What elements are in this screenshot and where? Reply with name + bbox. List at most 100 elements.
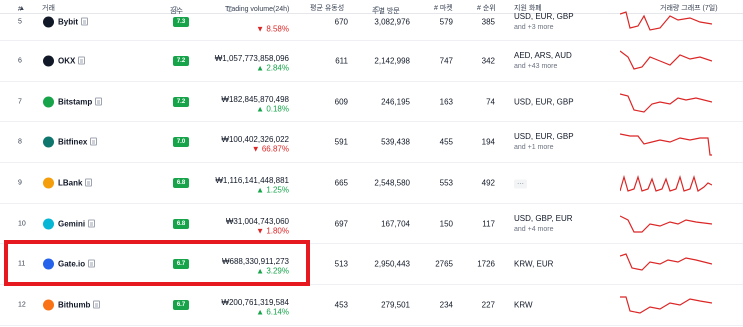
volume-change: ▲ 6.14% [256,307,289,317]
fiat-more-link[interactable]: and +43 more [514,61,572,72]
volume-sparkline [620,92,712,113]
trust-score-badge: 7.2 [173,96,189,107]
volume-change: ▼ 66.87% [251,144,289,154]
more-fiat-button[interactable]: ··· [514,179,527,189]
volume-change: ▲ 3.29% [256,266,289,276]
volume-change: ▼ 1.80% [256,226,289,236]
exchange-name-label: Bybit [58,17,78,27]
fiat-more-link[interactable]: and +4 more [514,224,573,235]
exchange-logo-icon [43,136,54,148]
exchange-name[interactable]: Gemini [58,219,96,228]
fiat-more-link[interactable]: and +1 more [514,142,574,153]
sparkline-path [620,11,712,31]
exchange-logo-icon [43,218,54,229]
exchange-name[interactable]: Bybit [58,17,88,27]
fiat-currencies: KRW, EUR [514,259,554,269]
markets-count: 579 [439,17,453,27]
exchange-name[interactable]: Bithumb [58,300,101,310]
liquidity-value: 453 [334,300,348,310]
markets-count: 234 [439,300,453,310]
volume-change: ▲ 1.25% [256,185,289,195]
fiat-cell: ··· [514,178,527,189]
coins-count: 385 [481,17,495,27]
table-row[interactable]: 8 Bitfinex 7.0 ₩100,402,326,022 ▼ 66.87%… [0,122,743,163]
document-icon [85,178,93,187]
liquidity-value: 611 [335,56,348,66]
rank-number: 5 [18,18,22,26]
table-row[interactable]: 11 Gate.io 6.7 ₩688,330,911,273 ▲ 3.29% … [0,244,743,285]
document-icon [88,219,96,227]
rank-number: 12 [18,301,26,309]
exchange-name-label: Bithumb [58,300,91,310]
sparkline-path [620,253,712,271]
table-row[interactable]: 7 Bitstamp 7.2 ₩182,845,870,498 ▲ 0.18% … [0,82,743,122]
liquidity-value: 665 [334,178,348,188]
exchange-name-label: Bitfinex [58,137,88,147]
liquidity-value: 697 [334,219,348,228]
rank-number: 9 [18,179,22,187]
exchange-logo-icon [43,177,54,189]
markets-count: 553 [439,178,453,188]
document-icon [95,97,103,105]
document-icon [93,300,101,309]
exchange-name-label: OKX [58,56,76,66]
exchange-name[interactable]: Bitstamp [58,97,103,106]
fiat-cell: AED, ARS, AUD and +43 more [514,50,572,72]
table-row[interactable]: 9 LBank 6.8 ₩1,116,141,448,881 ▲ 1.25% 6… [0,163,743,204]
trust-score-badge: 6.8 [173,218,189,229]
exchange-name[interactable]: OKX [58,56,86,66]
exchange-name[interactable]: Gate.io [58,259,96,269]
coins-count: 74 [486,97,495,106]
fiat-cell: USD, EUR, GBP and +3 more [514,11,574,33]
weekly-visits-value: 3,082,976 [374,17,410,27]
fiat-cell: KRW, EUR [514,259,553,270]
exchange-name-label: Gemini [58,219,86,228]
fiat-cell: USD, EUR, GBP [514,96,574,107]
table-row[interactable]: 6 OKX 7.2 ₩1,057,773,858,096 ▲ 2.84% 611… [0,41,743,82]
table-row[interactable]: 12 Bithumb 6.7 ₩200,761,319,584 ▲ 6.14% … [0,285,743,326]
liquidity-value: 609 [334,97,348,106]
volume-sparkline [620,214,712,233]
fiat-cell: USD, EUR, GBP and +1 more [514,131,574,153]
volume-change: ▲ 2.84% [256,63,289,73]
trust-score-badge: 7.3 [173,17,189,27]
weekly-visits-value: 2,950,443 [374,259,410,269]
markets-count: 2765 [435,259,453,269]
table-row[interactable]: 5 Bybit 7.3 ▼ 8.58% 670 3,082,976 579 38… [0,4,743,41]
volume-value: ₩1,116,141,448,881 [215,175,289,185]
sparkline-path [620,92,712,113]
fiat-more-link[interactable]: and +3 more [514,22,574,33]
markets-count: 150 [439,219,453,228]
document-icon [90,137,98,146]
coins-count: 194 [481,137,495,147]
volume-change: ▲ 0.18% [256,104,289,114]
rank-number: 7 [18,98,22,105]
exchange-logo-icon [43,299,54,311]
volume-value: ₩182,845,870,498 [221,94,289,104]
coins-count: 227 [481,300,495,310]
fiat-currencies: USD, GBP, EUR [514,213,573,223]
fiat-currencies: AED, ARS, AUD [514,51,572,60]
volume-sparkline [620,253,712,271]
liquidity-value: 513 [334,259,348,269]
fiat-currencies: USD, EUR, GBP [514,132,574,141]
exchange-name[interactable]: LBank [58,178,93,188]
sparkline-path [620,174,712,192]
volume-value: ₩1,057,773,858,096 [214,53,289,63]
exchange-name-label: LBank [58,178,83,188]
fiat-cell: KRW [514,300,533,311]
fiat-currencies: USD, EUR, GBP [514,12,574,21]
fiat-cell: USD, GBP, EUR and +4 more [514,213,573,235]
volume-value: ₩200,761,319,584 [221,297,289,307]
trust-score-badge: 7.0 [173,137,189,147]
sparkline-path [620,50,712,70]
weekly-visits-value: 2,142,998 [374,56,410,66]
exchange-name[interactable]: Bitfinex [58,137,98,147]
volume-value: ₩688,330,911,273 [221,256,289,266]
table-row[interactable]: 10 Gemini 6.8 ₩31,004,743,060 ▼ 1.80% 69… [0,204,743,244]
rank-number: 10 [18,220,26,227]
weekly-visits-value: 279,501 [381,300,410,310]
exchange-logo-icon [43,55,54,67]
weekly-visits-value: 2,548,580 [374,178,410,188]
rank-number: 6 [18,57,22,65]
